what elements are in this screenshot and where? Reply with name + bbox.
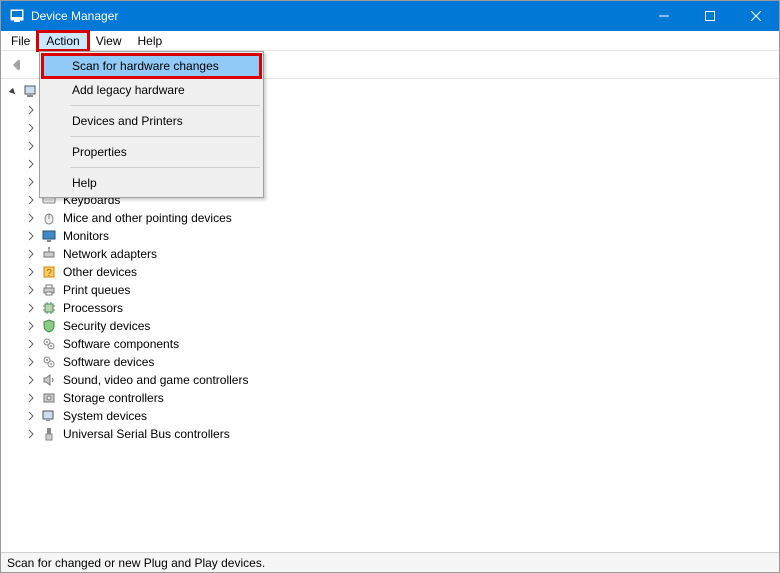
mouse-icon [41,210,57,226]
tree-item-label: Monitors [61,229,111,243]
tree-item[interactable]: Universal Serial Bus controllers [5,425,779,443]
titlebar: Device Manager [1,1,779,31]
tree-item-label: Print queues [61,283,132,297]
back-button[interactable] [5,53,29,77]
statusbar: Scan for changed or new Plug and Play de… [1,552,779,572]
menu-separator [70,167,260,168]
system-icon [41,408,57,424]
tree-item-label: Storage controllers [61,391,166,405]
tree-item-label: Sound, video and game controllers [61,373,250,387]
status-text: Scan for changed or new Plug and Play de… [7,556,265,570]
tree-item[interactable]: Network adapters [5,245,779,263]
print-icon [41,282,57,298]
usb-icon [41,426,57,442]
computer-icon [23,84,39,100]
tree-item-label: Software devices [61,355,156,369]
software-icon [41,336,57,352]
tree-item[interactable]: ? Other devices [5,263,779,281]
app-icon [9,8,25,24]
expand-toggle-icon[interactable] [25,374,37,386]
menu-item-help[interactable]: Help [42,171,261,195]
expand-toggle-icon[interactable] [25,212,37,224]
menu-help[interactable]: Help [130,32,171,50]
storage-icon [41,390,57,406]
menu-file[interactable]: File [3,32,38,50]
menu-separator [70,105,260,106]
tree-item[interactable]: Monitors [5,227,779,245]
menu-action[interactable]: Action [38,32,87,50]
sound-icon [41,372,57,388]
menu-item-add-legacy-hardware[interactable]: Add legacy hardware [42,78,261,102]
expand-toggle-icon[interactable] [25,248,37,260]
tree-item[interactable]: Software devices [5,353,779,371]
expand-toggle-icon[interactable] [25,158,37,170]
cpu-icon [41,300,57,316]
tree-item[interactable]: Mice and other pointing devices [5,209,779,227]
expand-toggle-icon[interactable] [7,86,19,98]
tree-item-label: Universal Serial Bus controllers [61,427,232,441]
expand-toggle-icon[interactable] [25,410,37,422]
action-menu-dropdown: Scan for hardware changesAdd legacy hard… [39,51,264,198]
svg-text:?: ? [46,268,52,279]
tree-item[interactable]: Processors [5,299,779,317]
menu-item-devices-and-printers[interactable]: Devices and Printers [42,109,261,133]
tree-item-label: Mice and other pointing devices [61,211,234,225]
tree-item-label: System devices [61,409,149,423]
menu-separator [70,136,260,137]
expand-toggle-icon[interactable] [25,140,37,152]
other-icon: ? [41,264,57,280]
security-icon [41,318,57,334]
tree-item[interactable]: Security devices [5,317,779,335]
expand-toggle-icon[interactable] [25,428,37,440]
minimize-button[interactable] [641,1,687,31]
tree-item-label: Other devices [61,265,139,279]
expand-toggle-icon[interactable] [25,392,37,404]
tree-item[interactable]: Storage controllers [5,389,779,407]
close-button[interactable] [733,1,779,31]
expand-toggle-icon[interactable] [25,194,37,206]
software-icon [41,354,57,370]
expand-toggle-icon[interactable] [25,176,37,188]
tree-item[interactable]: Software components [5,335,779,353]
expand-toggle-icon[interactable] [25,122,37,134]
menu-view[interactable]: View [88,32,130,50]
expand-toggle-icon[interactable] [25,338,37,350]
tree-item-label: Network adapters [61,247,159,261]
expand-toggle-icon[interactable] [25,356,37,368]
expand-toggle-icon[interactable] [25,320,37,332]
menu-item-scan-for-hardware-changes[interactable]: Scan for hardware changes [42,54,261,78]
tree-item[interactable]: Print queues [5,281,779,299]
monitor-icon [41,228,57,244]
expand-toggle-icon[interactable] [25,104,37,116]
maximize-button[interactable] [687,1,733,31]
tree-item[interactable]: Sound, video and game controllers [5,371,779,389]
expand-toggle-icon[interactable] [25,302,37,314]
expand-toggle-icon[interactable] [25,284,37,296]
tree-item-label: Processors [61,301,125,315]
device-manager-window: Device Manager FileActionViewHelp Scan f… [0,0,780,573]
window-title: Device Manager [31,9,118,23]
expand-toggle-icon[interactable] [25,266,37,278]
menu-item-properties[interactable]: Properties [42,140,261,164]
tree-item-label: Security devices [61,319,152,333]
tree-item-label: Software components [61,337,181,351]
network-icon [41,246,57,262]
expand-toggle-icon[interactable] [25,230,37,242]
tree-item[interactable]: System devices [5,407,779,425]
menubar: FileActionViewHelp [1,31,779,51]
